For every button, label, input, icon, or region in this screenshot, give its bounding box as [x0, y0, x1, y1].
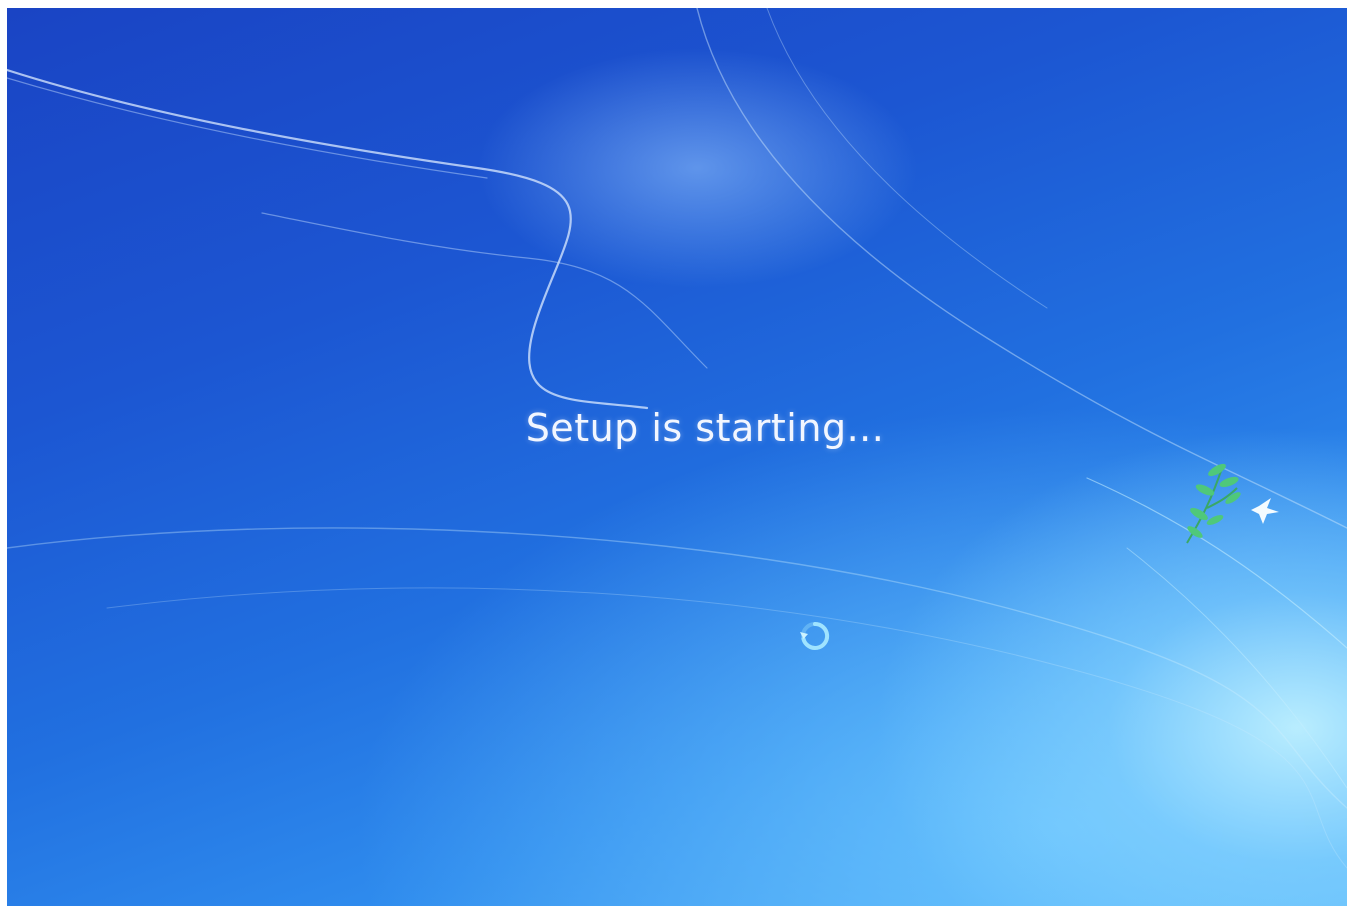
- setup-status-text: Setup is starting...: [525, 406, 885, 450]
- loading-spinner-icon: [800, 621, 830, 650]
- background-swooshes: [7, 8, 1347, 869]
- setup-screen: Setup is starting...: [7, 8, 1347, 906]
- plant-with-bird-icon: [1186, 463, 1279, 544]
